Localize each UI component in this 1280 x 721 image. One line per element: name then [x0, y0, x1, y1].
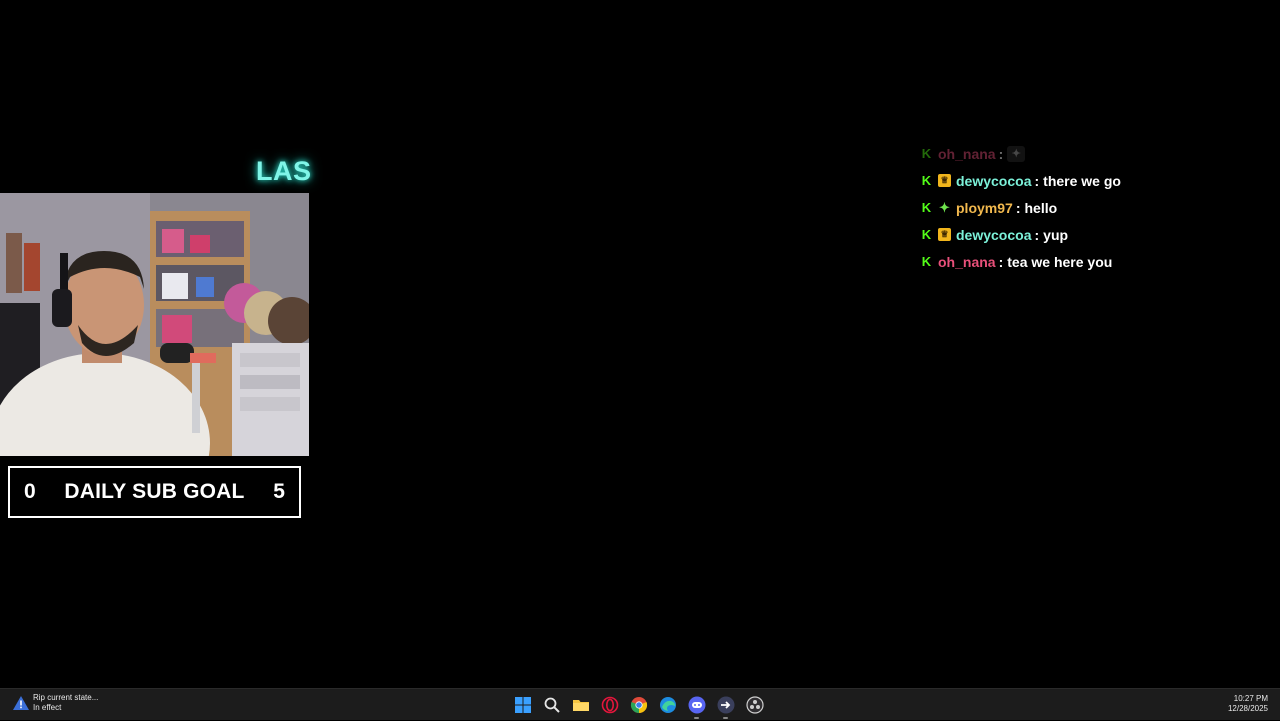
chat-separator: : [998, 253, 1004, 270]
chat-text: tea we here you [1007, 253, 1113, 270]
chat-separator: : [998, 145, 1004, 162]
search-button[interactable] [537, 690, 566, 720]
emote-icon: ✦ [1007, 145, 1026, 162]
chat-username: dewycocoa [956, 172, 1032, 189]
chat-message: K oh_nana : ✦ [920, 140, 1240, 167]
gift-badge-icon: ✦ [939, 200, 950, 215]
discord-icon [688, 696, 705, 714]
chat-text: yup [1043, 226, 1069, 243]
kick-badge-icon: K [921, 146, 932, 161]
edge-button[interactable] [653, 690, 682, 720]
webcam-feed [0, 193, 309, 456]
stream-canvas: LAS 0 DAILY SUB GOAL 5 K oh_nana: ✦ K ♕… [0, 0, 1280, 688]
warning-icon [13, 696, 29, 710]
start-button[interactable] [508, 690, 537, 720]
ticker-text: LAS [256, 156, 312, 186]
kick-badge-icon: K [921, 227, 932, 242]
chat-overlay: K oh_nana : ✦ K ♕ dewycocoa : there we g… [920, 140, 1240, 275]
clock-date: 12/28/2025 [1227, 704, 1268, 713]
sub-goal-current: 0 [24, 480, 36, 503]
obs-icon [745, 696, 764, 714]
chat-username: dewycocoa [956, 226, 1032, 243]
chat-separator: : [1034, 172, 1040, 189]
crown-badge-icon: ♕ [938, 228, 951, 241]
search-icon [544, 697, 560, 713]
opera-gx-icon [601, 696, 618, 714]
opera-gx-button[interactable] [595, 690, 624, 720]
chat-message: K ✦ ploym97 : hello [920, 194, 1240, 221]
notification-widget[interactable]: Rip current state... In effect [12, 693, 98, 713]
start-icon [514, 697, 531, 713]
chat-username: oh_nana [938, 253, 996, 270]
taskbar: Rip current state... In effect 10:27 PM … [0, 688, 1280, 720]
obs-button[interactable] [740, 690, 769, 720]
chat-username: oh_nana [938, 145, 996, 162]
clock-time: 10:27 PM [1233, 694, 1268, 703]
sub-goal-label: DAILY SUB GOAL [64, 480, 245, 503]
webcam-image [0, 193, 309, 456]
chat-separator: : [1015, 199, 1021, 216]
crown-badge-icon: ♕ [938, 174, 951, 187]
system-clock[interactable]: 10:27 PM 12/28/2025 [1228, 694, 1268, 714]
sub-goal-widget: 0 DAILY SUB GOAL 5 [8, 466, 301, 518]
running-indicator [723, 717, 728, 719]
chat-username: ploym97 [956, 199, 1013, 216]
chat-message: K ♕ dewycocoa : there we go [920, 167, 1240, 194]
kick-badge-icon: K [921, 200, 932, 215]
chrome-button[interactable] [624, 690, 653, 720]
file-explorer-icon [572, 700, 589, 711]
sub-goal-target: 5 [273, 480, 285, 503]
chat-message: K ♕ dewycocoa : yup [920, 221, 1240, 248]
discord-button[interactable] [682, 690, 711, 720]
chat-text: hello [1024, 199, 1058, 216]
chat-separator: : [1034, 226, 1040, 243]
running-indicator [694, 717, 699, 719]
notification-subtitle: In effect [33, 703, 62, 712]
kick-badge-icon: K [921, 254, 932, 269]
taskbar-apps [508, 689, 769, 721]
file-explorer-button[interactable] [566, 690, 595, 720]
edge-icon [659, 697, 676, 713]
kick-badge-icon: K [921, 173, 932, 188]
app-arrow-icon [717, 696, 734, 714]
app-arrow-button[interactable] [711, 690, 740, 720]
notification-title: Rip current state... [33, 693, 99, 702]
chat-text: there we go [1043, 172, 1121, 189]
chat-message: K oh_nana : tea we here you [920, 248, 1240, 275]
chrome-icon [630, 697, 647, 714]
